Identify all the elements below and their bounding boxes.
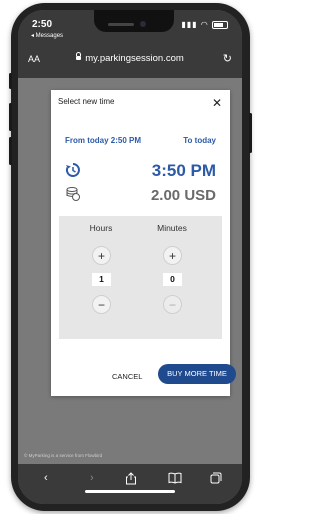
volume-down-button <box>9 137 12 165</box>
url-field[interactable]: my.parkingsession.com <box>18 52 242 64</box>
signal-icon: ▮▮▮ <box>181 20 198 29</box>
new-end-time: 3:50 PM <box>151 161 216 180</box>
notch <box>94 10 174 32</box>
minutes-decrement-button[interactable]: − <box>163 295 182 314</box>
browser-toolbar: ‹ › <box>18 464 242 504</box>
back-to-app-link[interactable]: ◂ Messages <box>31 32 63 39</box>
status-bar: 2:50 ◂ Messages ▮▮▮ ◠ <box>18 10 242 44</box>
wifi-icon: ◠ <box>200 20 209 29</box>
back-icon[interactable]: ‹ <box>44 472 48 484</box>
hours-decrement-button[interactable]: − <box>92 295 111 314</box>
from-time-label: From today 2:50 PM <box>65 136 142 145</box>
bookmarks-icon[interactable] <box>168 472 182 484</box>
footer-note: © MyParking is a service from Flowbird <box>24 453 103 458</box>
minutes-label: Minutes <box>157 223 187 233</box>
url-text: my.parkingsession.com <box>85 53 184 64</box>
hours-value[interactable]: 1 <box>92 273 111 286</box>
to-time-label: To today <box>183 136 216 145</box>
status-time: 2:50 <box>32 19 53 30</box>
phone-screen: 2:50 ◂ Messages ▮▮▮ ◠ AA my.parkingsessi… <box>18 10 242 504</box>
power-button <box>249 113 252 153</box>
reload-icon[interactable]: ↻ <box>223 52 232 65</box>
forward-icon[interactable]: › <box>90 472 94 484</box>
select-time-modal: Select new time ✕ From today 2:50 PM To … <box>51 90 236 396</box>
volume-up-button <box>9 103 12 131</box>
coins-icon <box>66 187 80 201</box>
browser-address-bar[interactable]: AA my.parkingsession.com ↻ <box>18 44 242 78</box>
clock-refresh-icon <box>65 163 80 177</box>
close-icon[interactable]: ✕ <box>212 96 222 110</box>
share-icon[interactable] <box>125 472 137 485</box>
modal-title: Select new time <box>58 97 115 106</box>
speaker <box>108 23 134 26</box>
tabs-icon[interactable] <box>210 472 222 484</box>
price-amount: 2.00 USD <box>150 187 216 204</box>
battery-icon <box>212 20 228 29</box>
duration-picker: Hours Minutes + + 1 0 − − <box>59 216 222 339</box>
mute-switch <box>9 73 12 89</box>
home-indicator <box>85 490 175 493</box>
cancel-button[interactable]: CANCEL <box>112 372 142 381</box>
camera <box>140 21 146 27</box>
lock-icon <box>76 52 82 61</box>
minutes-value[interactable]: 0 <box>163 273 182 286</box>
hours-increment-button[interactable]: + <box>92 246 111 265</box>
system-icons: ▮▮▮ ◠ <box>181 20 228 29</box>
buy-more-time-button[interactable]: BUY MORE TIME <box>158 364 236 384</box>
minutes-increment-button[interactable]: + <box>163 246 182 265</box>
hours-label: Hours <box>89 223 113 233</box>
